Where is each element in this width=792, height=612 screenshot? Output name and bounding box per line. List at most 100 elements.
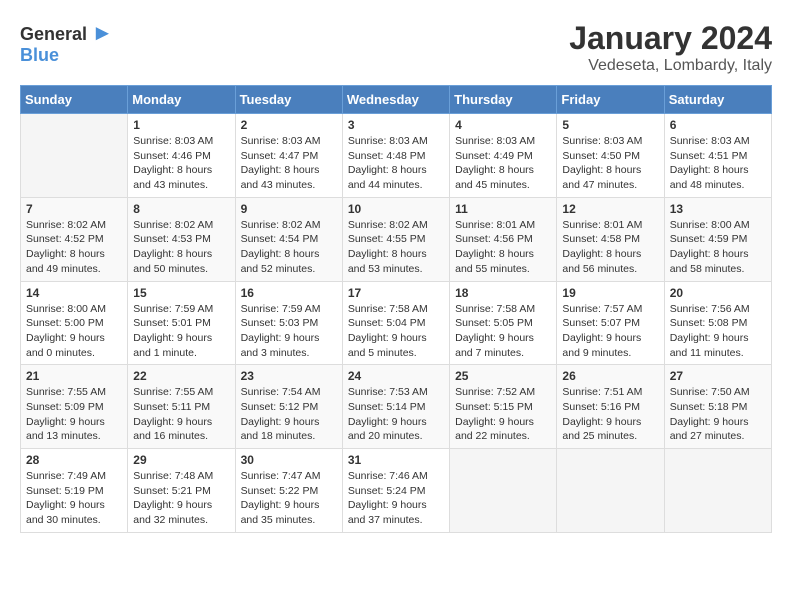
weekday-header-tuesday: Tuesday [235,86,342,114]
day-info: Sunrise: 7:58 AMSunset: 5:05 PMDaylight:… [455,302,551,361]
day-number: 28 [26,453,122,467]
day-cell: 25Sunrise: 7:52 AMSunset: 5:15 PMDayligh… [450,365,557,449]
weekday-header-friday: Friday [557,86,664,114]
day-cell: 28 Sunrise: 7:49 AMSunset: 5:19 PMDayligh… [21,449,128,533]
day-cell [21,114,128,198]
day-cell: 10 Sunrise: 8:02 AMSunset: 4:55 PMDayligh… [342,197,449,281]
day-info: Sunrise: 7:55 AMSunset: 5:09 PMDaylight:… [26,385,122,444]
day-cell: 3 Sunrise: 8:03 AMSunset: 4:48 PMDaylight… [342,114,449,198]
day-number: 14 [26,286,122,300]
weekday-header-wednesday: Wednesday [342,86,449,114]
day-cell [450,449,557,533]
day-number: 27 [670,369,766,383]
day-cell [557,449,664,533]
weekday-header-sunday: Sunday [21,86,128,114]
day-info: Sunrise: 7:48 AMSunset: 5:21 PMDaylight:… [133,469,229,528]
day-info: Sunrise: 8:03 AMSunset: 4:48 PMDaylight:… [348,134,444,193]
day-cell: 27 Sunrise: 7:50 AMSunset: 5:18 PMDayligh… [664,365,771,449]
day-cell: 21 Sunrise: 7:55 AMSunset: 5:09 PMDayligh… [21,365,128,449]
day-cell: 16 Sunrise: 7:59 AMSunset: 5:03 PMDayligh… [235,281,342,365]
day-number: 15 [133,286,229,300]
day-number: 10 [348,202,444,216]
day-info: Sunrise: 7:52 AMSunset: 5:15 PMDaylight:… [455,385,551,444]
day-number: 24 [348,369,444,383]
day-number: 11 [455,202,551,216]
day-info: Sunrise: 7:50 AMSunset: 5:18 PMDaylight:… [670,385,766,444]
day-number: 3 [348,118,444,132]
day-cell: 24 Sunrise: 7:53 AMSunset: 5:14 PMDayligh… [342,365,449,449]
day-cell: 12Sunrise: 8:01 AMSunset: 4:58 PMDayligh… [557,197,664,281]
day-cell: 26Sunrise: 7:51 AMSunset: 5:16 PMDayligh… [557,365,664,449]
week-row-3: 14Sunrise: 8:00 AMSunset: 5:00 PMDayligh… [21,281,772,365]
day-cell: 31 Sunrise: 7:46 AMSunset: 5:24 PMDayligh… [342,449,449,533]
day-number: 23 [241,369,337,383]
day-cell: 19 Sunrise: 7:57 AMSunset: 5:07 PMDayligh… [557,281,664,365]
day-info: Sunrise: 7:49 AMSunset: 5:19 PMDaylight:… [26,469,122,528]
week-row-5: 28 Sunrise: 7:49 AMSunset: 5:19 PMDayligh… [21,449,772,533]
day-number: 31 [348,453,444,467]
day-cell: 2Sunrise: 8:03 AMSunset: 4:47 PMDaylight… [235,114,342,198]
day-number: 21 [26,369,122,383]
day-number: 5 [562,118,658,132]
day-info: Sunrise: 7:53 AMSunset: 5:14 PMDaylight:… [348,385,444,444]
logo-blue: Blue [20,45,59,65]
day-cell: 11 Sunrise: 8:01 AMSunset: 4:56 PMDayligh… [450,197,557,281]
day-info: Sunrise: 8:02 AMSunset: 4:55 PMDaylight:… [348,218,444,277]
day-info: Sunrise: 8:03 AMSunset: 4:47 PMDaylight:… [241,134,337,193]
day-cell: 1 Sunrise: 8:03 AMSunset: 4:46 PMDaylight… [128,114,235,198]
day-cell: 29 Sunrise: 7:48 AMSunset: 5:21 PMDayligh… [128,449,235,533]
day-cell: 6 Sunrise: 8:03 AMSunset: 4:51 PMDaylight… [664,114,771,198]
weekday-header-saturday: Saturday [664,86,771,114]
day-info: Sunrise: 7:46 AMSunset: 5:24 PMDaylight:… [348,469,444,528]
day-info: Sunrise: 8:00 AMSunset: 4:59 PMDaylight:… [670,218,766,277]
day-number: 16 [241,286,337,300]
day-number: 4 [455,118,551,132]
day-cell: 4 Sunrise: 8:03 AMSunset: 4:49 PMDaylight… [450,114,557,198]
day-number: 1 [133,118,229,132]
day-cell [664,449,771,533]
day-info: Sunrise: 7:59 AMSunset: 5:03 PMDaylight:… [241,302,337,361]
day-cell: 13Sunrise: 8:00 AMSunset: 4:59 PMDayligh… [664,197,771,281]
day-info: Sunrise: 7:55 AMSunset: 5:11 PMDaylight:… [133,385,229,444]
logo-text: General ► [20,20,113,46]
day-cell: 9Sunrise: 8:02 AMSunset: 4:54 PMDaylight… [235,197,342,281]
day-number: 17 [348,286,444,300]
day-info: Sunrise: 8:01 AMSunset: 4:56 PMDaylight:… [455,218,551,277]
day-number: 7 [26,202,122,216]
day-info: Sunrise: 8:03 AMSunset: 4:49 PMDaylight:… [455,134,551,193]
day-number: 6 [670,118,766,132]
title-area: January 2024 Vedeseta, Lombardy, Italy [569,20,772,75]
day-info: Sunrise: 8:03 AMSunset: 4:51 PMDaylight:… [670,134,766,193]
logo-general: General [20,24,87,44]
logo: General ► Blue [20,20,113,66]
day-cell: 20 Sunrise: 7:56 AMSunset: 5:08 PMDayligh… [664,281,771,365]
day-cell: 18Sunrise: 7:58 AMSunset: 5:05 PMDayligh… [450,281,557,365]
day-info: Sunrise: 7:56 AMSunset: 5:08 PMDaylight:… [670,302,766,361]
day-cell: 8Sunrise: 8:02 AMSunset: 4:53 PMDaylight… [128,197,235,281]
week-row-2: 7Sunrise: 8:02 AMSunset: 4:52 PMDaylight… [21,197,772,281]
main-title: January 2024 [569,20,772,57]
week-row-1: 1 Sunrise: 8:03 AMSunset: 4:46 PMDaylight… [21,114,772,198]
day-number: 9 [241,202,337,216]
day-cell: 23Sunrise: 7:54 AMSunset: 5:12 PMDayligh… [235,365,342,449]
day-number: 22 [133,369,229,383]
day-number: 8 [133,202,229,216]
day-info: Sunrise: 7:57 AMSunset: 5:07 PMDaylight:… [562,302,658,361]
day-number: 19 [562,286,658,300]
day-info: Sunrise: 8:01 AMSunset: 4:58 PMDaylight:… [562,218,658,277]
weekday-header-row: SundayMondayTuesdayWednesdayThursdayFrid… [21,86,772,114]
weekday-header-thursday: Thursday [450,86,557,114]
day-info: Sunrise: 8:03 AMSunset: 4:50 PMDaylight:… [562,134,658,193]
day-number: 30 [241,453,337,467]
subtitle: Vedeseta, Lombardy, Italy [569,57,772,75]
day-cell: 7Sunrise: 8:02 AMSunset: 4:52 PMDaylight… [21,197,128,281]
logo-bird-icon: ► [92,20,114,45]
day-number: 20 [670,286,766,300]
weekday-header-monday: Monday [128,86,235,114]
header: General ► Blue January 2024 Vedeseta, Lo… [20,20,772,75]
day-number: 29 [133,453,229,467]
day-info: Sunrise: 8:03 AMSunset: 4:46 PMDaylight:… [133,134,229,193]
week-row-4: 21 Sunrise: 7:55 AMSunset: 5:09 PMDayligh… [21,365,772,449]
day-info: Sunrise: 7:59 AMSunset: 5:01 PMDaylight:… [133,302,229,361]
calendar: SundayMondayTuesdayWednesdayThursdayFrid… [20,85,772,533]
